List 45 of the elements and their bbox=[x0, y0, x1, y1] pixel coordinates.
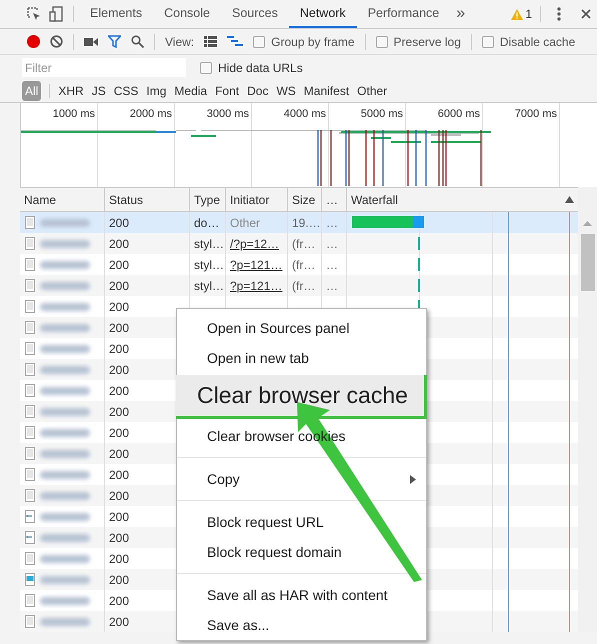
table-cell-text: 200 bbox=[109, 214, 130, 232]
checkbox-label: Group by frame bbox=[271, 34, 355, 50]
table-cell-text: … bbox=[326, 214, 338, 232]
table-cell-text: 200 bbox=[109, 572, 130, 588]
table-cell-text: 200 bbox=[109, 298, 130, 316]
table-cell-text: (fr… bbox=[292, 236, 316, 252]
tick-label: 5000 ms bbox=[360, 107, 403, 120]
table-cell-text: 200 bbox=[109, 278, 130, 294]
view-label: View: bbox=[165, 34, 194, 50]
table-cell-text: styl… bbox=[194, 236, 224, 252]
tick-label: 7000 ms bbox=[514, 107, 557, 120]
tick-label: 6000 ms bbox=[438, 107, 480, 120]
table-cell-text: 200 bbox=[109, 340, 130, 358]
checkbox-label: Preserve log bbox=[394, 34, 461, 50]
table-cell-text: 200 bbox=[109, 256, 130, 274]
checkbox-label: Disable cache bbox=[500, 34, 576, 50]
table-cell-text: 200 bbox=[109, 466, 130, 484]
table-cell-text: 200 bbox=[109, 508, 130, 526]
table-cell-text: 200 bbox=[109, 424, 130, 442]
tick-label: 2000 ms bbox=[130, 107, 172, 120]
table-cell-text: styl… bbox=[194, 256, 224, 274]
checkbox-label: Hide data URLs bbox=[218, 60, 303, 76]
table-cell-text: … bbox=[326, 278, 338, 294]
table-cell-text: 200 bbox=[109, 446, 130, 462]
table-cell-text: 200 bbox=[109, 236, 130, 252]
tick-label: 1000 ms bbox=[52, 107, 95, 120]
table-cell-text: 200 bbox=[109, 614, 130, 630]
table-cell-text: 200 bbox=[109, 362, 130, 378]
table-cell-text: 200 bbox=[109, 530, 130, 546]
tick-label: 3000 ms bbox=[206, 107, 249, 120]
table-cell-text: do… bbox=[194, 214, 220, 232]
table-cell-text: Other bbox=[230, 214, 260, 232]
table-cell-text: 200 bbox=[109, 404, 130, 420]
table-cell-text: 200 bbox=[109, 320, 130, 336]
table-cell-text: … bbox=[326, 236, 338, 252]
table-cell-text: 200 bbox=[109, 488, 130, 504]
tick-label: 4000 ms bbox=[284, 107, 326, 120]
table-cell-text: 200 bbox=[109, 550, 130, 568]
table-cell-text: 200 bbox=[109, 592, 130, 610]
table-cell-text: … bbox=[326, 256, 338, 274]
table-cell-text: (fr… bbox=[292, 278, 316, 294]
table-cell-text: 19.… bbox=[292, 214, 321, 232]
table-cell-text: (fr… bbox=[292, 256, 316, 274]
table-cell-text: styl… bbox=[194, 278, 224, 294]
table-cell-text: 200 bbox=[109, 382, 130, 400]
